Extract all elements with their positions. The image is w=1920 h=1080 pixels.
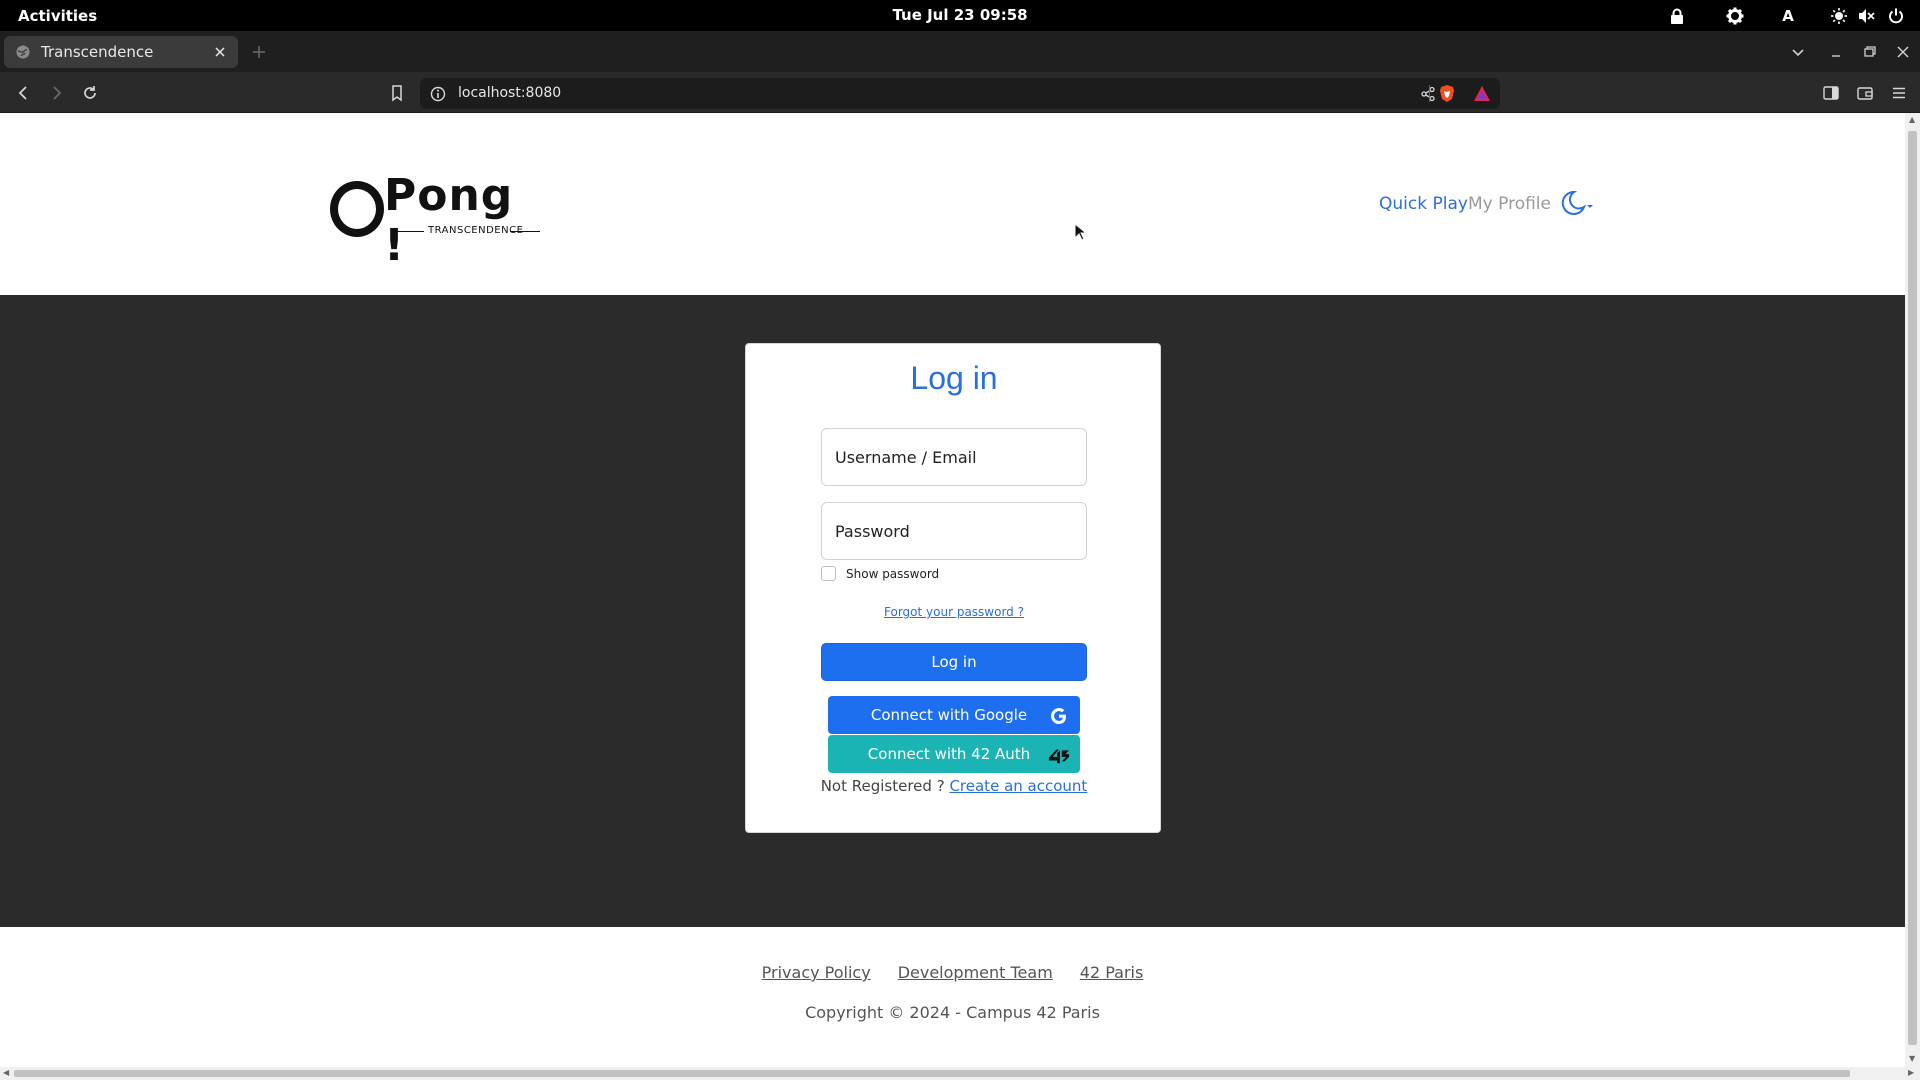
brightness-icon[interactable] xyxy=(1829,0,1849,31)
connect-google-label: Connect with Google xyxy=(870,706,1028,724)
brave-rewards-icon[interactable] xyxy=(1473,85,1491,102)
nav-my-profile-label: My Profile xyxy=(1468,194,1551,214)
login-card: Log in Show password Forgot your passwor… xyxy=(745,343,1161,833)
site-footer: Privacy Policy Development Team 42 Paris… xyxy=(0,927,1905,1067)
show-password-toggle[interactable]: Show password xyxy=(821,566,939,581)
password-input[interactable] xyxy=(821,502,1087,560)
system-top-bar: Activities Tue Jul 23 09:58 A xyxy=(0,0,1920,31)
logo-line-left xyxy=(394,231,424,232)
login-button-label: Log in xyxy=(931,653,977,671)
footer-link-42-paris[interactable]: 42 Paris xyxy=(1080,963,1144,982)
not-registered-text: Not Registered ? xyxy=(820,777,945,795)
reload-icon[interactable] xyxy=(81,84,99,102)
nav-quick-play[interactable]: Quick Play xyxy=(1379,113,1468,295)
horizontal-scroll-thumb[interactable] xyxy=(14,1070,1850,1077)
restore-window-icon[interactable] xyxy=(1862,44,1878,60)
nav-quick-play-label: Quick Play xyxy=(1379,194,1468,214)
site-info-icon[interactable] xyxy=(430,86,446,102)
new-tab-plus-icon[interactable] xyxy=(251,44,267,60)
browser-tab-transcendence[interactable]: Transcendence xyxy=(4,36,238,68)
create-account-link[interactable]: Create an account xyxy=(949,777,1087,795)
bookmark-icon[interactable] xyxy=(388,84,406,102)
footer-links: Privacy Policy Development Team 42 Paris xyxy=(0,963,1905,982)
horizontal-scrollbar[interactable]: ◀ ▶ xyxy=(0,1067,1920,1080)
settings-gear-icon[interactable] xyxy=(1724,0,1746,31)
copyright-text: Copyright © 2024 - Campus 42 Paris xyxy=(805,1003,1100,1022)
wallet-icon[interactable] xyxy=(1856,84,1874,102)
power-icon[interactable] xyxy=(1886,0,1906,31)
connect-google-button[interactable]: Connect with Google xyxy=(828,696,1080,734)
scroll-down-arrow-icon[interactable]: ▼ xyxy=(1909,1054,1915,1063)
login-button[interactable]: Log in xyxy=(821,643,1087,681)
share-icon[interactable] xyxy=(1420,86,1436,102)
minimize-window-icon[interactable] xyxy=(1828,44,1844,60)
pong-logo[interactable]: Pong ! TRANSCENDENCE xyxy=(328,171,546,271)
volume-muted-icon[interactable] xyxy=(1856,0,1876,31)
browser-tab-strip: Transcendence xyxy=(0,31,1920,72)
scroll-right-arrow-icon[interactable]: ▶ xyxy=(1908,1068,1914,1077)
scroll-up-arrow-icon[interactable]: ▲ xyxy=(1909,115,1915,124)
hamburger-menu-icon[interactable] xyxy=(1890,84,1908,102)
tab-search-chevron-icon[interactable] xyxy=(1790,44,1806,60)
mouse-cursor-icon xyxy=(1074,223,1086,241)
input-method-indicator[interactable]: A xyxy=(1780,0,1796,31)
forward-arrow-icon[interactable] xyxy=(48,84,66,102)
login-title: Log in xyxy=(910,360,998,396)
clock-label[interactable]: Tue Jul 23 09:58 xyxy=(892,6,1027,24)
connect-42auth-label: Connect with 42 Auth xyxy=(867,745,1031,763)
vertical-scroll-thumb[interactable] xyxy=(1908,131,1917,1045)
address-bar[interactable]: localhost:8080 xyxy=(420,78,1500,109)
tab-title: Transcendence xyxy=(41,43,154,61)
urlbar-divider xyxy=(1429,85,1430,102)
site-header: Pong ! TRANSCENDENCE Quick Play My Profi… xyxy=(0,113,1905,295)
theme-toggle-moon-icon[interactable] xyxy=(1556,189,1596,217)
browser-toolbar: localhost:8080 xyxy=(0,72,1920,113)
logo-line-right xyxy=(510,231,540,232)
logo-title: Pong ! xyxy=(384,170,514,271)
lock-icon[interactable] xyxy=(1668,0,1686,31)
page-viewport: Pong ! TRANSCENDENCE Quick Play My Profi… xyxy=(0,113,1905,1067)
main-content: Log in Show password Forgot your passwor… xyxy=(0,295,1905,927)
42-logo-icon xyxy=(1048,744,1070,766)
connect-42auth-button[interactable]: Connect with 42 Auth xyxy=(828,735,1080,773)
forgot-password-link[interactable]: Forgot your password ? xyxy=(746,605,1162,619)
register-prompt: Not Registered ? Create an account xyxy=(746,777,1162,795)
back-arrow-icon[interactable] xyxy=(14,84,32,102)
google-icon xyxy=(1048,705,1070,727)
url-text[interactable]: localhost:8080 xyxy=(458,78,561,109)
nav-my-profile[interactable]: My Profile xyxy=(1468,113,1551,295)
footer-link-privacy-policy[interactable]: Privacy Policy xyxy=(762,963,871,982)
footer-link-development-team[interactable]: Development Team xyxy=(898,963,1053,982)
input-method-label: A xyxy=(1782,6,1794,25)
logo-ring-icon xyxy=(330,181,384,237)
username-email-input[interactable] xyxy=(821,428,1087,486)
brave-shields-icon[interactable] xyxy=(1438,84,1456,103)
show-password-checkbox[interactable] xyxy=(821,566,836,581)
clock[interactable]: Tue Jul 23 09:58 xyxy=(0,0,1920,31)
activities-label: Activities xyxy=(18,6,98,25)
close-window-icon[interactable] xyxy=(1895,44,1911,60)
scroll-left-arrow-icon[interactable]: ◀ xyxy=(3,1068,9,1077)
show-password-label[interactable]: Show password xyxy=(846,567,939,581)
sidebar-toggle-icon[interactable] xyxy=(1822,84,1840,102)
globe-icon xyxy=(16,45,30,59)
vertical-scrollbar[interactable]: ▲ ▼ xyxy=(1905,113,1920,1067)
forgot-password-label[interactable]: Forgot your password ? xyxy=(884,605,1024,619)
tab-close-icon[interactable] xyxy=(212,44,228,60)
activities-button[interactable]: Activities xyxy=(18,0,97,31)
